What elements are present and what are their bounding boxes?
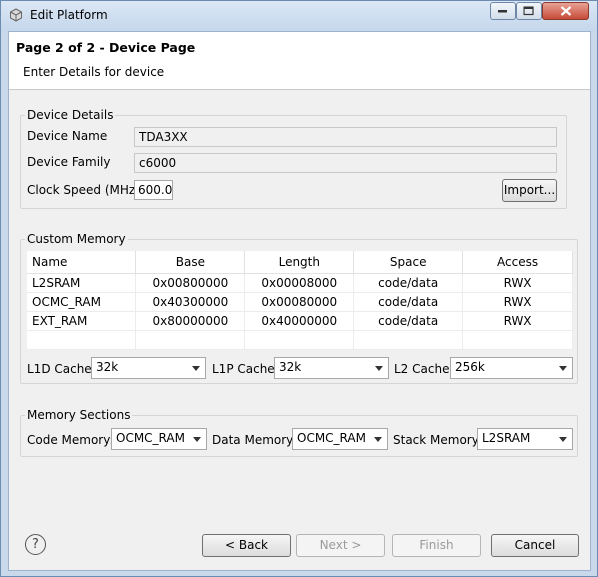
cell-length: 0x00080000 — [244, 292, 355, 312]
l2-cache-label: L2 Cache: — [394, 362, 454, 376]
l1d-cache-select[interactable]: 32k — [91, 357, 206, 379]
table-header-row: Name Base Length Space Access — [27, 251, 573, 274]
cell-access: RWX — [462, 273, 573, 293]
title-bar[interactable]: Edit Platform — [1, 1, 597, 31]
stack-memory-value: L2SRAM — [482, 431, 531, 445]
code-memory-label: Code Memory: — [27, 433, 114, 447]
clock-speed-label: Clock Speed (MHz) — [27, 183, 140, 197]
l1p-cache-select[interactable]: 32k — [274, 357, 389, 379]
device-family-label: Device Family — [27, 155, 111, 169]
device-name-label: Device Name — [27, 129, 108, 143]
device-name-field: TDA3XX — [134, 127, 557, 147]
code-memory-select[interactable]: OCMC_RAM — [111, 428, 207, 450]
maximize-button[interactable] — [516, 2, 542, 20]
close-button[interactable] — [542, 2, 589, 20]
table-row[interactable]: L2SRAM 0x00800000 0x00008000 code/data R… — [27, 273, 573, 293]
chevron-down-icon — [193, 437, 201, 442]
cell-space: code/data — [353, 311, 464, 331]
back-button[interactable]: < Back — [202, 534, 291, 557]
custom-memory-table[interactable]: Name Base Length Space Access L2SRAM 0x0… — [27, 251, 573, 350]
cell-base: 0x80000000 — [135, 311, 246, 331]
chevron-down-icon — [559, 437, 567, 442]
column-header-access[interactable]: Access — [462, 251, 573, 274]
column-header-space[interactable]: Space — [353, 251, 464, 274]
maximize-icon — [523, 6, 534, 16]
l1p-cache-value: 32k — [279, 360, 302, 374]
cell-name: EXT_RAM — [27, 311, 137, 331]
code-memory-value: OCMC_RAM — [116, 431, 185, 445]
minimize-icon — [498, 10, 507, 13]
cell-name: OCMC_RAM — [27, 292, 137, 312]
cell-space: code/data — [353, 292, 464, 312]
help-icon[interactable]: ? — [25, 534, 46, 555]
l2-cache-value: 256k — [455, 360, 485, 374]
close-icon — [560, 6, 571, 16]
finish-button[interactable]: Finish — [392, 534, 481, 557]
cell-base: 0x00800000 — [135, 273, 246, 293]
stack-memory-label: Stack Memory: — [393, 433, 483, 447]
minimize-button[interactable] — [490, 2, 516, 20]
cell-base: 0x40300000 — [135, 292, 246, 312]
chevron-down-icon — [375, 366, 383, 371]
stack-memory-select[interactable]: L2SRAM — [477, 428, 573, 450]
table-row[interactable]: OCMC_RAM 0x40300000 0x00080000 code/data… — [27, 292, 573, 312]
clock-speed-input[interactable]: 600.0 — [134, 180, 173, 200]
page-subtitle: Enter Details for device — [23, 65, 165, 79]
cell-access: RWX — [462, 292, 573, 312]
window-title: Edit Platform — [30, 8, 108, 22]
wizard-header: Page 2 of 2 - Device Page Enter Details … — [9, 32, 590, 90]
column-header-base[interactable]: Base — [135, 251, 246, 274]
cell-access: RWX — [462, 311, 573, 331]
data-memory-select[interactable]: OCMC_RAM — [292, 428, 388, 450]
cell-space: code/data — [353, 273, 464, 293]
column-header-name[interactable]: Name — [27, 251, 137, 274]
cell-name: L2SRAM — [27, 273, 137, 293]
page-title: Page 2 of 2 - Device Page — [16, 40, 196, 55]
l2-cache-select[interactable]: 256k — [450, 357, 573, 379]
cell-length: 0x00008000 — [244, 273, 355, 293]
chevron-down-icon — [192, 366, 200, 371]
l1d-cache-label: L1D Cache: — [27, 362, 96, 376]
chevron-down-icon — [374, 437, 382, 442]
table-row[interactable]: EXT_RAM 0x80000000 0x40000000 code/data … — [27, 311, 573, 331]
next-button[interactable]: Next > — [296, 534, 385, 557]
memory-sections-legend: Memory Sections — [27, 408, 131, 422]
edit-platform-window: Edit Platform Page 2 of 2 - Device Page … — [0, 0, 598, 577]
column-header-length[interactable]: Length — [244, 251, 355, 274]
cell-length: 0x40000000 — [244, 311, 355, 331]
data-memory-value: OCMC_RAM — [297, 431, 366, 445]
app-icon — [10, 8, 22, 22]
data-memory-label: Data Memory: — [212, 433, 297, 447]
chevron-down-icon — [559, 366, 567, 371]
dialog-body: Page 2 of 2 - Device Page Enter Details … — [8, 31, 591, 571]
device-details-legend: Device Details — [27, 108, 114, 122]
table-row-empty[interactable] — [27, 330, 573, 350]
device-family-field: c6000 — [134, 153, 557, 173]
l1p-cache-label: L1P Cache: — [212, 362, 279, 376]
cancel-button[interactable]: Cancel — [491, 534, 579, 557]
import-button[interactable]: Import... — [502, 179, 557, 202]
custom-memory-legend: Custom Memory — [27, 232, 126, 246]
l1d-cache-value: 32k — [96, 360, 119, 374]
